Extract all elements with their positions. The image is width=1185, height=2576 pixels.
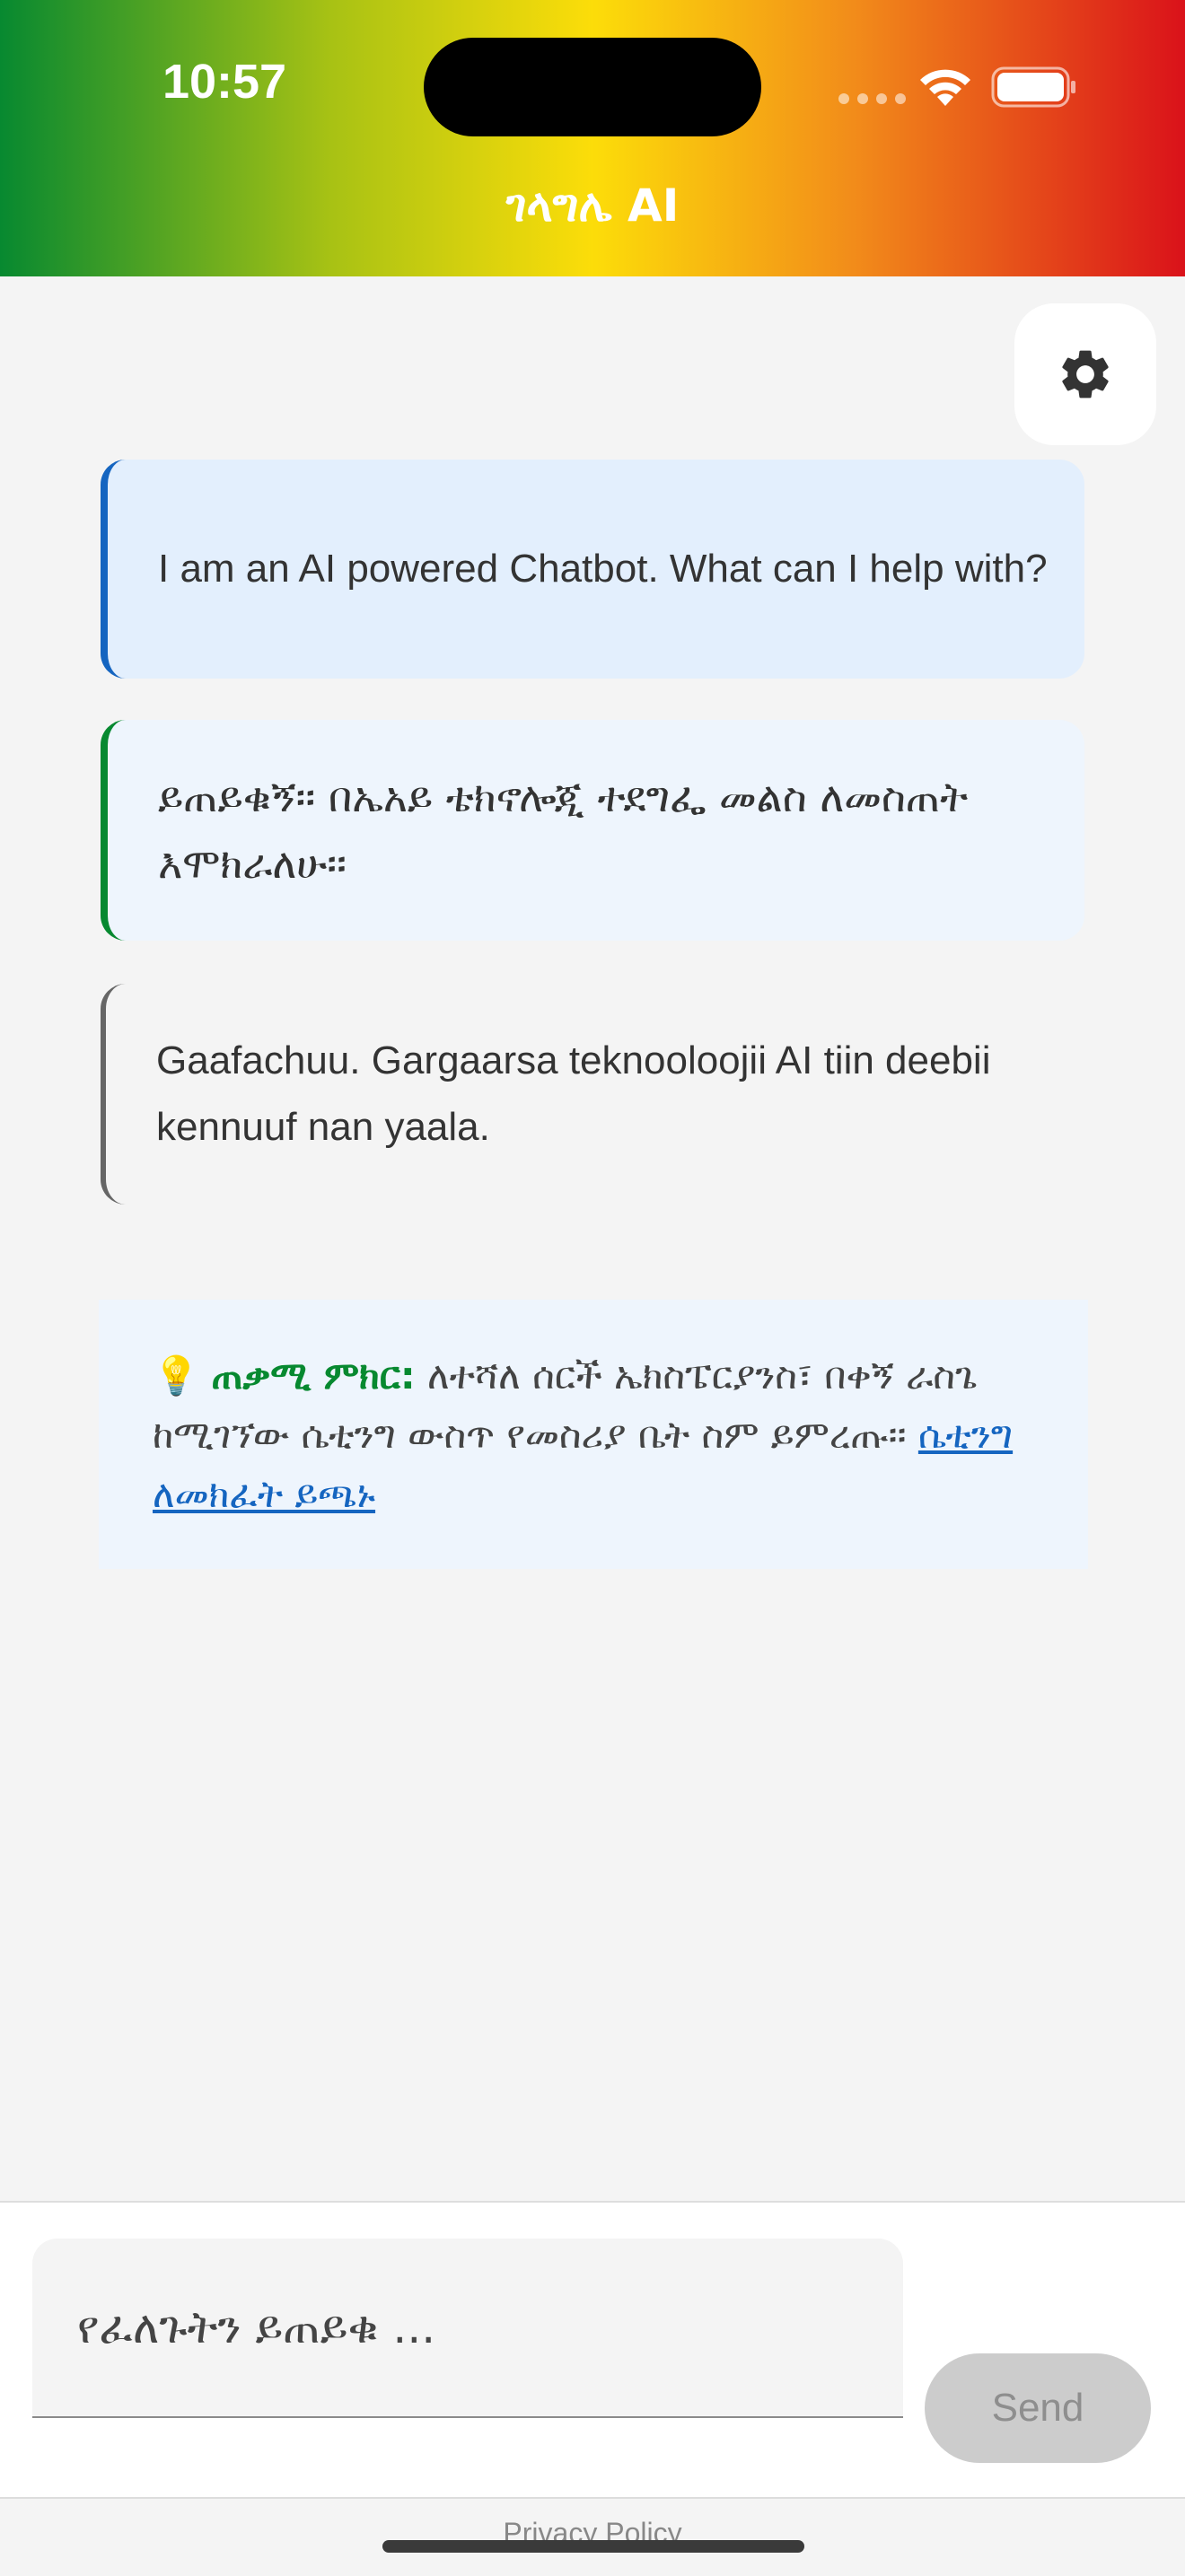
battery-icon bbox=[991, 66, 1075, 108]
chat-message-ai: I am an AI powered Chatbot. What can I h… bbox=[101, 460, 1084, 679]
tip-label: ጠቃሚ ምክር: bbox=[211, 1354, 416, 1398]
question-input[interactable] bbox=[32, 2239, 903, 2418]
footer: Privacy Policy bbox=[0, 2497, 1185, 2576]
lightbulb-icon: 💡 bbox=[153, 1354, 200, 1398]
chat-message-oromo: Gaafachuu. Gargaarsa teknooloojii AI tii… bbox=[101, 984, 1084, 1205]
app-header: 10:57 ገላግሌ AI bbox=[0, 0, 1185, 276]
message-text: ይጠይቁኝ፡፡ በኤአይ ቴክኖሎጂ ተደግፌ መልስ ለመስጠት እሞክራለሁ… bbox=[158, 773, 969, 888]
message-text: Gaafachuu. Gargaarsa teknooloojii AI tii… bbox=[156, 1038, 991, 1149]
message-text: I am an AI powered Chatbot. What can I h… bbox=[158, 547, 1048, 591]
status-time: 10:57 bbox=[162, 55, 287, 109]
send-button[interactable]: Send bbox=[925, 2353, 1151, 2463]
gear-icon bbox=[1062, 350, 1109, 399]
tip-box: 💡 ጠቃሚ ምክር: ለተሻለ ሰርች ኤክስፔርያንስ፣ በቀኝ ራስጌ ከሚ… bbox=[99, 1300, 1088, 1569]
app-title: ገላግሌ AI bbox=[505, 180, 680, 232]
dynamic-island bbox=[424, 38, 761, 136]
settings-button[interactable] bbox=[1014, 303, 1156, 445]
cellular-signal-icon bbox=[838, 93, 906, 104]
chat-message-amharic: ይጠይቁኝ፡፡ በኤአይ ቴክኖሎጂ ተደግፌ መልስ ለመስጠት እሞክራለሁ… bbox=[101, 720, 1084, 941]
home-indicator bbox=[382, 2540, 804, 2553]
wifi-icon bbox=[920, 69, 970, 106]
input-bar: Send bbox=[0, 2201, 1185, 2499]
